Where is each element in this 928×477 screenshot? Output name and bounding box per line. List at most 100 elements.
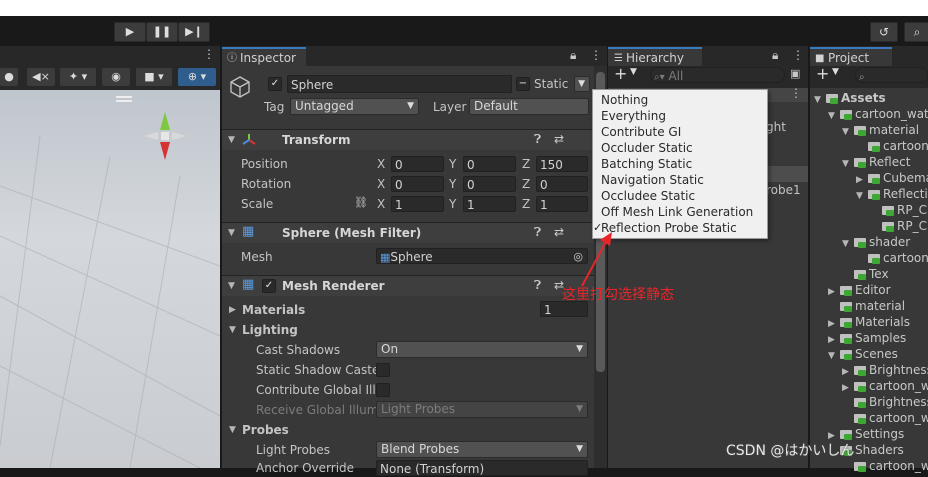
scene-more-icon[interactable]: ⋮ xyxy=(790,86,802,100)
audio-toggle[interactable]: ◀× xyxy=(27,68,55,86)
scene-visibility-icon[interactable]: ▣ xyxy=(790,67,800,80)
project-tree-item[interactable]: Brightness xyxy=(842,394,928,410)
tree-arrow-icon[interactable]: ▼ xyxy=(842,236,854,252)
gizmos-dropdown[interactable]: ⊕ ▾ xyxy=(178,68,216,86)
tree-arrow-icon[interactable]: ▼ xyxy=(814,92,826,108)
step-button[interactable]: ▶❙ xyxy=(178,22,210,42)
project-tree-item[interactable]: ▶ Materials xyxy=(828,314,910,330)
project-tree-item[interactable]: cartoon_w xyxy=(842,458,928,474)
materials-expand-arrow-icon[interactable]: ▶ xyxy=(229,305,236,315)
hierarchy-search-input[interactable]: ⌕▾ All xyxy=(650,67,785,83)
project-search-input[interactable]: ⌕ xyxy=(855,67,928,83)
hidden-objects-toggle[interactable]: ◉ xyxy=(102,68,130,86)
static-menu-item[interactable]: Occludee Static xyxy=(601,188,695,204)
help-icon[interactable]: ❓︎ xyxy=(534,278,541,293)
project-tree-item[interactable]: ▼ Reflect xyxy=(842,154,910,170)
project-tree-item[interactable]: ▼ cartoon_wat xyxy=(828,106,928,122)
preset-icon[interactable]: ⇄ xyxy=(554,132,564,146)
pause-button[interactable]: ❚❚ xyxy=(146,22,178,42)
contribute-gi-checkbox[interactable] xyxy=(376,383,390,397)
chevron-down-icon[interactable]: ▼ xyxy=(630,67,637,77)
camera-dropdown[interactable]: ■ ▾ xyxy=(136,68,172,86)
search-button[interactable]: ⌕ xyxy=(904,22,928,42)
transform-z-field[interactable]: 0 xyxy=(536,176,588,192)
static-menu-item[interactable]: Nothing xyxy=(601,92,648,108)
play-button[interactable]: ▶ xyxy=(114,22,146,42)
transform-x-field[interactable]: 0 xyxy=(391,176,444,192)
project-tree-item[interactable]: material xyxy=(828,298,905,314)
undo-history-button[interactable]: ↺ xyxy=(870,22,898,42)
static-dropdown-button[interactable]: ▼ xyxy=(574,76,590,92)
project-tree-item[interactable]: Tex xyxy=(842,266,889,282)
project-add-button[interactable]: + xyxy=(816,64,829,83)
preset-icon[interactable]: ⇄ xyxy=(554,225,564,239)
mesh-renderer-enabled-checkbox[interactable]: ✓ xyxy=(262,279,276,293)
project-tree-item[interactable]: cartoon xyxy=(856,138,928,154)
static-menu-item[interactable]: Navigation Static xyxy=(601,172,704,188)
inspector-more-icon[interactable]: ⋮ xyxy=(590,48,602,62)
constrain-proportions-icon[interactable]: ⛓︎ xyxy=(354,196,368,209)
project-tree-item[interactable]: ▶ Editor xyxy=(828,282,891,298)
static-menu-item[interactable]: Occluder Static xyxy=(601,140,693,156)
lock-icon[interactable]: 🔒︎ xyxy=(772,48,778,63)
mesh-filter-header[interactable]: ▼ ▦ Sphere (Mesh Filter) ❓︎ ⇄ xyxy=(222,222,607,243)
object-name-field[interactable]: Sphere xyxy=(287,75,512,93)
static-menu-item[interactable]: Batching Static xyxy=(601,156,692,172)
project-tree-item[interactable]: cartoon xyxy=(856,250,928,266)
tree-arrow-icon[interactable]: ▼ xyxy=(828,348,840,364)
static-checkbox[interactable]: − xyxy=(516,77,530,91)
project-tree-item[interactable]: ▼ Assets xyxy=(814,90,886,106)
project-tree-item[interactable]: RP_C xyxy=(870,202,927,218)
tree-arrow-icon[interactable]: ▼ xyxy=(842,156,854,172)
tree-arrow-icon[interactable]: ▼ xyxy=(856,188,868,204)
effects-dropdown[interactable]: ✦ ▾ xyxy=(60,68,96,86)
hierarchy-row-light[interactable]: ght xyxy=(766,119,786,135)
project-tree-item[interactable]: ▶ cartoon_w xyxy=(842,378,928,394)
project-tree-item[interactable]: ▼ material xyxy=(842,122,919,138)
hierarchy-add-button[interactable]: + xyxy=(614,64,627,83)
project-tree-item[interactable]: ▶Cubema xyxy=(856,170,928,186)
project-tree-item[interactable]: ▶ Samples xyxy=(828,330,906,346)
mesh-renderer-header[interactable]: ▼ ▦ ✓ Mesh Renderer ❓︎ ⇄ xyxy=(222,275,607,296)
static-menu-item[interactable]: ✓ Reflection Probe Static xyxy=(593,220,737,236)
hierarchy-more-icon[interactable]: ⋮ xyxy=(792,48,804,62)
tag-dropdown[interactable]: Untagged ▼ xyxy=(290,98,419,115)
transform-header[interactable]: ▼ Transform ❓︎ ⇄ xyxy=(222,129,607,150)
project-tree-item[interactable]: ▶ Brightness xyxy=(842,362,928,378)
chevron-down-icon[interactable]: ▼ xyxy=(832,67,839,77)
anchor-override-field[interactable]: None (Transform) xyxy=(376,460,588,476)
scene-more-icon[interactable]: ⋮ xyxy=(203,47,215,61)
scene-orientation-gizmo[interactable] xyxy=(140,108,200,178)
active-checkbox[interactable]: ✓ xyxy=(268,77,282,91)
transform-y-field[interactable]: 0 xyxy=(463,156,516,172)
transform-x-field[interactable]: 0 xyxy=(391,156,444,172)
project-tree-item[interactable]: ▼ shader xyxy=(842,234,910,250)
help-icon[interactable]: ❓︎ xyxy=(534,132,541,147)
project-tree-item[interactable]: ▼ Reflectio xyxy=(856,186,928,202)
tab-inspector[interactable]: ⓘ Inspector xyxy=(222,47,306,66)
layer-dropdown[interactable]: Default xyxy=(469,98,589,115)
light-toggle[interactable]: ● xyxy=(0,68,18,86)
static-menu-item[interactable]: Everything xyxy=(601,108,666,124)
tree-arrow-icon[interactable]: ▼ xyxy=(842,124,854,140)
project-tree-item[interactable]: RP_C xyxy=(870,218,927,234)
hierarchy-row-reflection-probe[interactable]: robe1 xyxy=(766,182,801,198)
static-shadow-caster-checkbox[interactable] xyxy=(376,363,390,377)
transform-y-field[interactable]: 1 xyxy=(463,196,516,212)
light-probes-dropdown[interactable]: Blend Probes ▼ xyxy=(376,441,588,458)
tree-arrow-icon[interactable]: ▼ xyxy=(828,108,840,124)
lighting-collapse-arrow-icon[interactable]: ▼ xyxy=(229,325,236,335)
static-menu-item[interactable]: Off Mesh Link Generation xyxy=(601,204,753,220)
transform-z-field[interactable]: 1 xyxy=(536,196,588,212)
transform-y-field[interactable]: 0 xyxy=(463,176,516,192)
help-icon[interactable]: ❓︎ xyxy=(534,225,541,240)
static-menu-item[interactable]: Contribute GI xyxy=(601,124,681,140)
lock-icon[interactable]: 🔒︎ xyxy=(570,48,576,63)
project-tree-item[interactable]: cartoon_w xyxy=(842,410,928,426)
transform-x-field[interactable]: 1 xyxy=(391,196,444,212)
transform-z-field[interactable]: 150 xyxy=(536,156,588,172)
project-tree-item[interactable]: ▼ Scenes xyxy=(828,346,898,362)
probes-collapse-arrow-icon[interactable]: ▼ xyxy=(229,425,236,435)
mesh-object-field[interactable]: ▦Sphere ◎ xyxy=(376,248,588,264)
cast-shadows-dropdown[interactable]: On ▼ xyxy=(376,341,588,358)
